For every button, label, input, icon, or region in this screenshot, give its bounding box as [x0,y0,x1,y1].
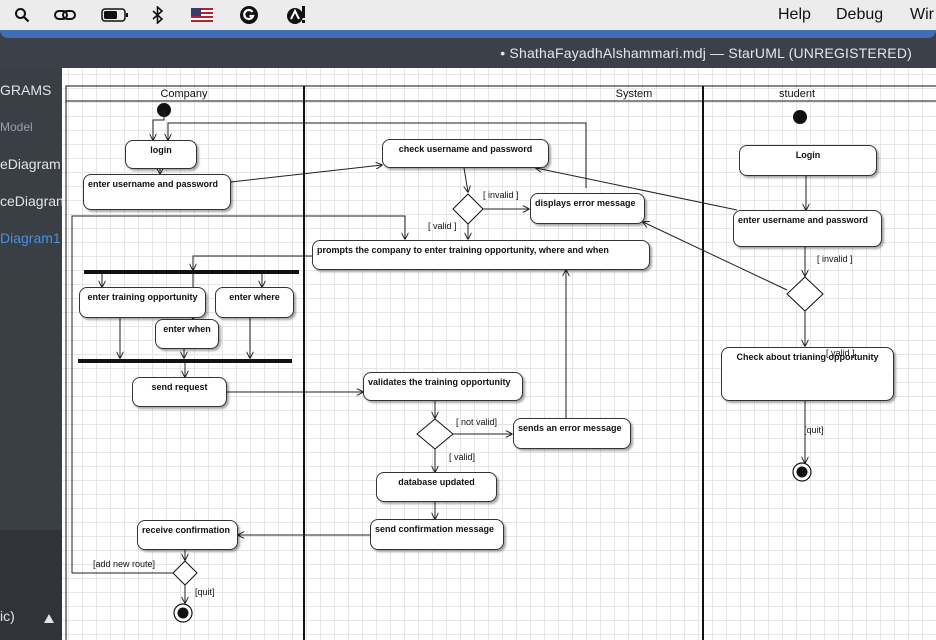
sidebar-item-diagram-2[interactable]: ceDiagran [0,193,62,209]
menu-help[interactable]: Help [778,6,811,24]
guard-quit-student: [quit] [804,425,824,435]
sidebar-footer-label: ic) [0,608,15,624]
final-node-company[interactable] [173,603,193,623]
action-sends-error-message[interactable]: sends an error message [513,418,631,449]
action-send-request[interactable]: send request [132,377,227,407]
lane-student: student [778,88,816,100]
action-enter-where[interactable]: enter where [215,287,294,318]
menu-window[interactable]: Wir [910,6,934,24]
action-check-training-opportunity[interactable]: Check about trianing opportunity [721,347,894,401]
sidebar-item-diagram-active[interactable]: Diagram1 [0,230,61,246]
sidebar-item-diagram-1[interactable]: eDiagram [0,156,61,172]
sidebar-section-diagrams: GRAMS [0,82,52,98]
sidebar-item-model[interactable]: Model [0,120,33,134]
diagram-canvas[interactable]: Company System student login enter usern… [62,68,936,640]
action-send-confirmation-message[interactable]: send confirmation message [370,519,504,550]
guard-add-new-route: [add new route] [93,559,156,569]
decision-student-credentials[interactable] [786,276,824,312]
bluetooth-icon[interactable] [150,5,166,25]
fork-bar[interactable] [84,270,299,274]
window-titlebar: • ShathaFayadhAlshammari.mdj — StarUML (… [0,30,936,68]
guard-not-valid: [ not valid] [456,417,498,427]
action-enter-training-opportunity[interactable]: enter training opportunity [79,287,206,318]
join-bar[interactable] [78,359,292,363]
action-database-updated[interactable]: database updated [376,472,497,502]
action-enter-when[interactable]: enter when [155,319,219,349]
action-check-username-password[interactable]: check username and password [382,139,549,168]
action-displays-error-message[interactable]: displays error message [530,193,645,224]
lane-company: Company [160,88,208,100]
sidebar: GRAMS Model eDiagram ceDiagran Diagram1 … [0,68,62,640]
guard-invalid-system: [ invalid ] [483,190,519,200]
titlebar-accent [0,30,936,38]
guard-valid-system: [ valid ] [428,221,457,231]
lane-system: System [615,88,653,100]
grammarly-icon[interactable] [238,5,260,25]
alert-icon[interactable] [286,5,308,25]
menu-bar: Help Debug Wir [0,0,936,31]
action-student-enter-username-password[interactable]: enter username and password [733,210,882,247]
search-icon[interactable] [12,5,32,25]
sidebar-footer: ic) [0,530,62,640]
triangle-up-icon[interactable] [44,610,54,628]
action-validates-training[interactable]: validates the training opportunity [363,372,523,401]
window-title: • ShathaFayadhAlshammari.mdj — StarUML (… [500,45,912,61]
action-prompts-company[interactable]: prompts the company to enter training op… [312,240,650,270]
battery-icon[interactable] [100,5,130,25]
decision-add-route[interactable] [172,560,198,586]
flag-icon[interactable] [190,5,214,25]
guard-valid-student: [ valid ] [826,348,855,358]
initial-node-student[interactable] [793,110,807,124]
action-receive-confirmation[interactable]: receive confirmation [137,520,238,550]
decision-validation[interactable] [416,418,454,450]
guard-valid: [ valid] [449,452,476,462]
action-enter-username-password[interactable]: enter username and password [83,174,231,210]
decision-credentials[interactable] [452,193,484,225]
guard-invalid-student: [ invalid ] [817,254,853,264]
final-node-student[interactable] [792,462,812,482]
action-login[interactable]: login [125,140,197,169]
menu-debug[interactable]: Debug [836,6,883,24]
guard-quit-company: [quit] [195,587,215,597]
action-student-login[interactable]: Login [739,145,877,176]
link-icon[interactable] [52,5,78,25]
